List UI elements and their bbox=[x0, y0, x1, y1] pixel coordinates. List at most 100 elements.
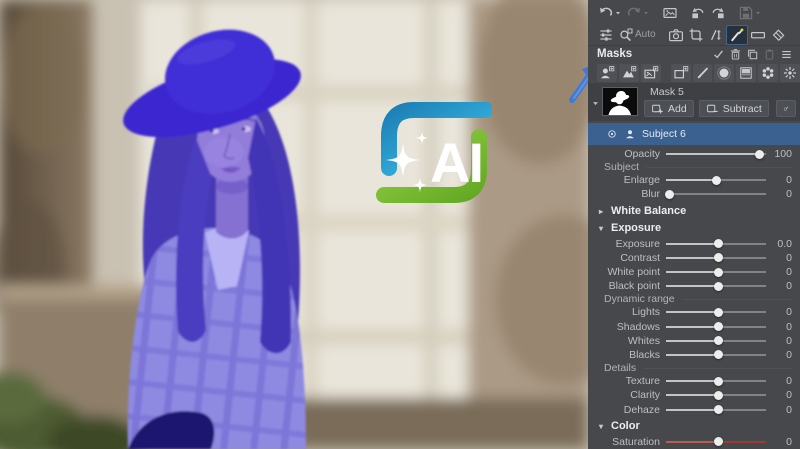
enlarge-label: Enlarge bbox=[594, 174, 666, 186]
rotate-left-button[interactable] bbox=[688, 3, 708, 23]
mask-tool-radial-button[interactable] bbox=[714, 64, 734, 82]
black-point-slider-row: Black point0 bbox=[588, 279, 800, 293]
shadows-slider-track[interactable] bbox=[666, 320, 766, 334]
straighten-button[interactable] bbox=[706, 25, 726, 45]
blacks-slider-track[interactable] bbox=[666, 348, 766, 362]
m-linear-icon bbox=[738, 65, 754, 81]
contrast-slider-knob[interactable] bbox=[714, 253, 723, 262]
white-point-slider-track[interactable] bbox=[666, 265, 766, 279]
mask-tool-wheel-button[interactable] bbox=[758, 64, 778, 82]
redo-icon bbox=[626, 5, 642, 21]
m-brush-icon bbox=[695, 65, 711, 81]
blacks-value: 0 bbox=[766, 349, 792, 361]
dehaze-slider-track[interactable] bbox=[666, 403, 766, 417]
section-header-exposure[interactable]: ▾Exposure bbox=[588, 221, 800, 236]
lights-slider-track[interactable] bbox=[666, 305, 766, 319]
contrast-slider-track[interactable] bbox=[666, 251, 766, 265]
logo-ai-text: AI bbox=[430, 131, 482, 194]
clarity-slider-knob[interactable] bbox=[714, 391, 723, 400]
blacks-label: Blacks bbox=[594, 349, 666, 361]
expand-triangle-icon[interactable]: ▸ bbox=[597, 207, 605, 216]
whites-slider-knob[interactable] bbox=[714, 336, 723, 345]
texture-slider-track[interactable] bbox=[666, 374, 766, 388]
camera-icon bbox=[668, 27, 684, 43]
saturation-slider-track[interactable] bbox=[666, 435, 766, 449]
section-header-white-balance[interactable]: ▸White Balance bbox=[588, 204, 800, 219]
exposure-value: 0.0 bbox=[766, 238, 792, 250]
collapse-triangle-icon[interactable]: ▾ bbox=[597, 422, 605, 431]
enlarge-value: 0 bbox=[766, 174, 792, 186]
shadows-value: 0 bbox=[766, 321, 792, 333]
lights-slider-knob[interactable] bbox=[714, 308, 723, 317]
enlarge-slider-track[interactable] bbox=[666, 173, 766, 187]
tune-button[interactable] bbox=[596, 25, 616, 45]
paste-icon bbox=[763, 48, 776, 61]
mask-tool-shape-button[interactable] bbox=[671, 64, 691, 82]
exposure-slider-track[interactable] bbox=[666, 237, 766, 251]
history-toolbar bbox=[588, 0, 800, 24]
section-header-color[interactable]: ▾Color bbox=[588, 419, 800, 434]
crop-button[interactable] bbox=[686, 25, 706, 45]
retouch-icon bbox=[729, 27, 745, 43]
mask-item[interactable]: Mask 5 Add Subtract bbox=[588, 84, 800, 121]
subject-layer-row[interactable]: Subject 6 bbox=[588, 123, 800, 145]
blur-slider-knob[interactable] bbox=[665, 190, 674, 199]
white-point-label: White point bbox=[594, 266, 666, 278]
caret-icon bbox=[754, 9, 762, 17]
redo-button[interactable] bbox=[624, 3, 652, 23]
saturation-slider-knob[interactable] bbox=[714, 437, 723, 446]
mask-tool-bg-button[interactable] bbox=[641, 64, 661, 82]
undo-button[interactable] bbox=[596, 3, 624, 23]
mask-tool-brush-button[interactable] bbox=[693, 64, 713, 82]
mask-tool-subject-button[interactable] bbox=[597, 64, 617, 82]
menu-button[interactable] bbox=[780, 47, 793, 61]
group-divider bbox=[643, 368, 792, 369]
photo-canvas[interactable] bbox=[0, 0, 588, 449]
texture-slider-knob[interactable] bbox=[714, 377, 723, 386]
collapse-triangle-icon[interactable]: ▾ bbox=[597, 224, 605, 233]
compare-image-button[interactable] bbox=[660, 3, 680, 23]
mask-tool-sun-button[interactable] bbox=[780, 64, 800, 82]
exposure-slider-knob[interactable] bbox=[714, 239, 723, 248]
shadows-label: Shadows bbox=[594, 321, 666, 333]
camera-button[interactable] bbox=[666, 25, 686, 45]
blacks-slider-knob[interactable] bbox=[714, 350, 723, 359]
retouch-button[interactable] bbox=[726, 25, 748, 45]
blur-value: 0 bbox=[766, 188, 792, 200]
black-point-slider-knob[interactable] bbox=[714, 282, 723, 291]
straighten-icon bbox=[708, 27, 724, 43]
shadows-slider-knob[interactable] bbox=[714, 322, 723, 331]
paste-button[interactable] bbox=[763, 47, 776, 61]
whites-slider-track[interactable] bbox=[666, 334, 766, 348]
exposure-label: Exposure bbox=[594, 238, 666, 250]
white-point-slider-knob[interactable] bbox=[714, 268, 723, 277]
caret-icon bbox=[614, 9, 622, 17]
mask-thumbnail[interactable] bbox=[602, 87, 638, 116]
group-label-dynamic-range: Dynamic range bbox=[588, 293, 800, 305]
blur-slider-track[interactable] bbox=[666, 187, 766, 201]
save-button[interactable] bbox=[736, 3, 764, 23]
opacity-slider-knob[interactable] bbox=[755, 150, 764, 159]
dehaze-slider-knob[interactable] bbox=[714, 405, 723, 414]
mask-tool-linear-button[interactable] bbox=[736, 64, 756, 82]
enlarge-slider-knob[interactable] bbox=[712, 176, 721, 185]
black-point-value: 0 bbox=[766, 280, 792, 292]
subtract-from-mask-button[interactable]: Subtract bbox=[699, 100, 769, 117]
solo-target-icon[interactable] bbox=[606, 128, 618, 140]
rotate-right-button[interactable] bbox=[708, 3, 728, 23]
mask-tool-sky-button[interactable] bbox=[619, 64, 639, 82]
trash-button[interactable] bbox=[729, 47, 742, 61]
add-to-mask-button[interactable]: Add bbox=[644, 100, 694, 117]
clarity-slider-track[interactable] bbox=[666, 388, 766, 402]
mask-collapse-caret-icon[interactable] bbox=[591, 99, 600, 108]
refine-mask-button[interactable] bbox=[776, 100, 796, 117]
black-point-slider-track[interactable] bbox=[666, 279, 766, 293]
duplicate-button[interactable] bbox=[746, 47, 759, 61]
texture-label: Texture bbox=[594, 375, 666, 387]
opacity-slider-track[interactable] bbox=[666, 147, 766, 161]
panorama-button[interactable] bbox=[748, 25, 768, 45]
eraser-button[interactable] bbox=[768, 25, 788, 45]
lights-label: Lights bbox=[594, 306, 666, 318]
check-button[interactable] bbox=[712, 47, 725, 61]
zoom-auto-button[interactable]: Auto bbox=[616, 25, 658, 45]
